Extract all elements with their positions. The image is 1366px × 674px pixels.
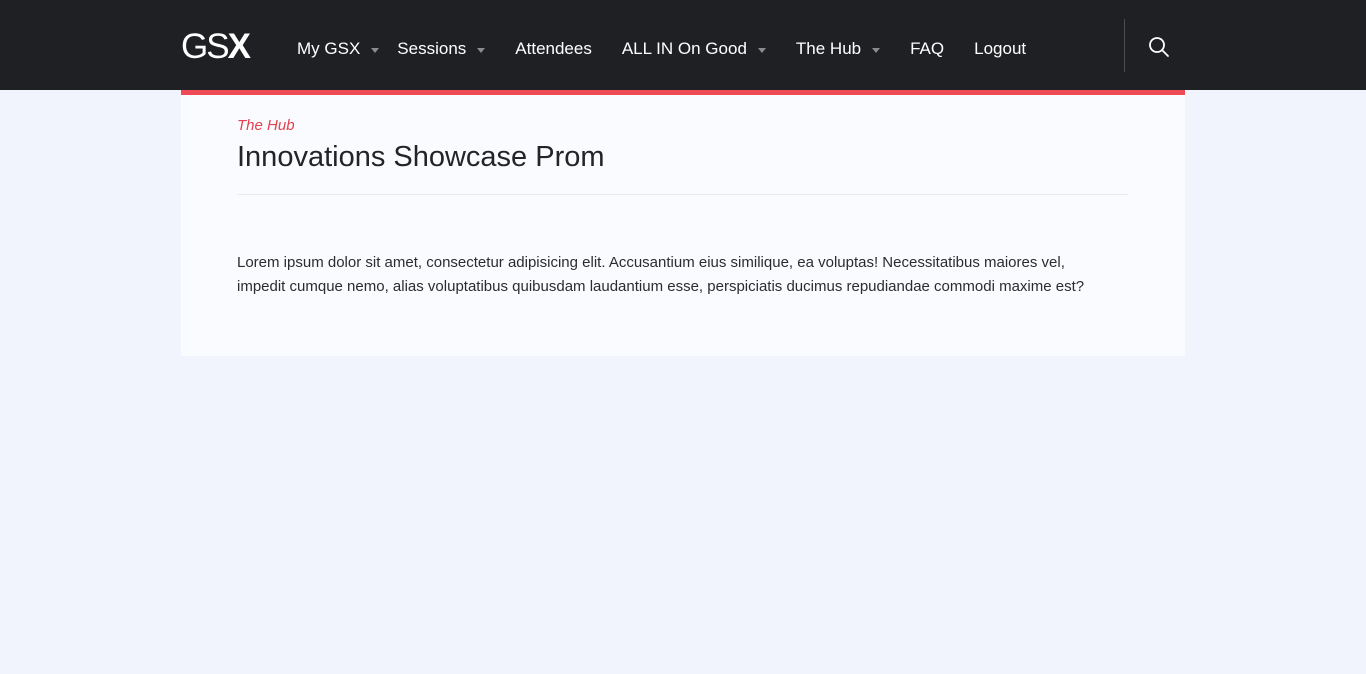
search-icon <box>1149 37 1169 57</box>
logo-text-gs: GS <box>181 26 230 66</box>
section-eyebrow[interactable]: The Hub <box>237 117 295 134</box>
nav-item-my-gsx[interactable]: My GSX <box>297 39 380 59</box>
nav-label: Attendees <box>515 39 592 58</box>
body-paragraph: Lorem ipsum dolor sit amet, consectetur … <box>237 251 1137 299</box>
top-navigation-bar: GS X My GSX Sessions Attendees ALL IN On … <box>0 0 1366 90</box>
title-divider <box>237 194 1128 195</box>
nav-label: ALL IN On Good <box>621 39 747 58</box>
nav-item-attendees[interactable]: Attendees <box>515 39 592 59</box>
chevron-down-icon <box>371 47 380 53</box>
nav-label: FAQ <box>910 39 945 58</box>
nav-item-faq[interactable]: FAQ <box>910 39 944 59</box>
chevron-down-icon <box>477 47 486 53</box>
gsx-logo[interactable]: GS X <box>181 26 251 66</box>
page-title: Innovations Showcase Prom <box>237 141 605 173</box>
nav-label: Logout <box>974 39 1027 58</box>
nav-divider <box>1124 19 1125 72</box>
body-line: Lorem ipsum dolor sit amet, consectetur … <box>237 254 1065 271</box>
nav-item-logout[interactable]: Logout <box>974 39 1026 59</box>
nav-item-sessions[interactable]: Sessions <box>397 39 486 59</box>
content-card: The Hub Innovations Showcase Prom Lorem … <box>181 90 1185 356</box>
chevron-down-icon <box>757 47 766 53</box>
body-line: impedit cumque nemo, alias voluptatibus … <box>237 278 1085 295</box>
nav-label: The Hub <box>795 39 862 58</box>
nav-item-the-hub[interactable]: The Hub <box>795 39 881 59</box>
nav-item-all-in-on-good[interactable]: ALL IN On Good <box>622 39 766 59</box>
chevron-down-icon <box>872 47 881 53</box>
nav-label: My GSX <box>297 39 361 58</box>
nav-label: Sessions <box>397 39 467 58</box>
card-accent-bar <box>181 90 1185 95</box>
logo-text-x: X <box>227 26 251 66</box>
main-nav: My GSX Sessions Attendees ALL IN On Good… <box>297 38 1026 60</box>
search-button[interactable] <box>1146 34 1172 60</box>
